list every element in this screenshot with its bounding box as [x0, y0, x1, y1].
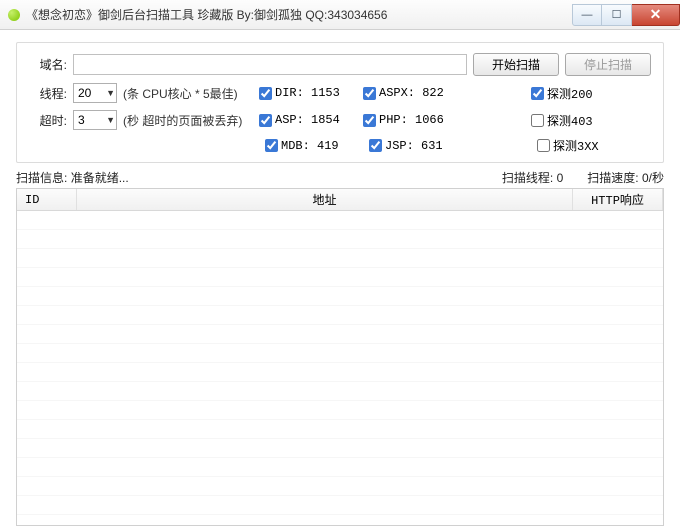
php-checkbox[interactable]: PHP: 1066 [363, 113, 461, 127]
threads-input[interactable] [73, 83, 117, 103]
aspx-checkbox[interactable]: ASPX: 822 [363, 86, 461, 100]
window-title: 《想念初恋》御剑后台扫描工具 珍藏版 By:御剑孤独 QQ:343034656 [26, 6, 572, 23]
threads-hint: (条 CPU核心 * 5最佳) [123, 85, 249, 102]
threads-combobox[interactable]: ▼ [73, 83, 117, 103]
mdb-checkbox[interactable]: MDB: 419 [265, 139, 363, 153]
title-bar: 《想念初恋》御剑后台扫描工具 珍藏版 By:御剑孤独 QQ:343034656 … [0, 0, 680, 30]
threads-label: 线程: [29, 85, 67, 102]
jsp-checkbox[interactable]: JSP: 631 [369, 139, 467, 153]
probe-200-checkbox[interactable]: 探测200 [531, 85, 593, 102]
window-controls: — ☐ ✕ [572, 4, 680, 26]
stop-scan-button[interactable]: 停止扫描 [565, 53, 651, 76]
column-id[interactable]: ID [17, 189, 77, 210]
domain-label: 域名: [29, 56, 67, 73]
dir-checkbox[interactable]: DIR: 1153 [259, 86, 357, 100]
results-grid: ID 地址 HTTP响应 [16, 188, 664, 526]
close-button[interactable]: ✕ [632, 4, 680, 26]
timeout-combobox[interactable]: ▼ [73, 110, 117, 130]
status-bar: 扫描信息: 准备就绪... 扫描线程: 0 扫描速度: 0/秒 [16, 169, 664, 186]
scan-threads: 扫描线程: 0 [502, 169, 563, 186]
minimize-button[interactable]: — [572, 4, 602, 26]
grid-header: ID 地址 HTTP响应 [17, 189, 663, 211]
asp-checkbox[interactable]: ASP: 1854 [259, 113, 357, 127]
column-address[interactable]: 地址 [77, 189, 573, 210]
maximize-button[interactable]: ☐ [602, 4, 632, 26]
domain-input[interactable] [73, 54, 467, 75]
scan-info: 扫描信息: 准备就绪... [16, 169, 502, 186]
probe-403-checkbox[interactable]: 探测403 [531, 112, 593, 129]
timeout-hint: (秒 超时的页面被丢弃) [123, 112, 249, 129]
column-http-response[interactable]: HTTP响应 [573, 189, 663, 210]
timeout-label: 超时: [29, 112, 67, 129]
settings-panel: 域名: 开始扫描 停止扫描 线程: ▼ (条 CPU核心 * 5最佳) DIR:… [16, 42, 664, 163]
app-icon [8, 9, 20, 21]
scan-speed: 扫描速度: 0/秒 [587, 169, 664, 186]
grid-body[interactable] [17, 211, 663, 525]
timeout-input[interactable] [73, 110, 117, 130]
probe-3xx-checkbox[interactable]: 探测3XX [537, 137, 599, 154]
start-scan-button[interactable]: 开始扫描 [473, 53, 559, 76]
